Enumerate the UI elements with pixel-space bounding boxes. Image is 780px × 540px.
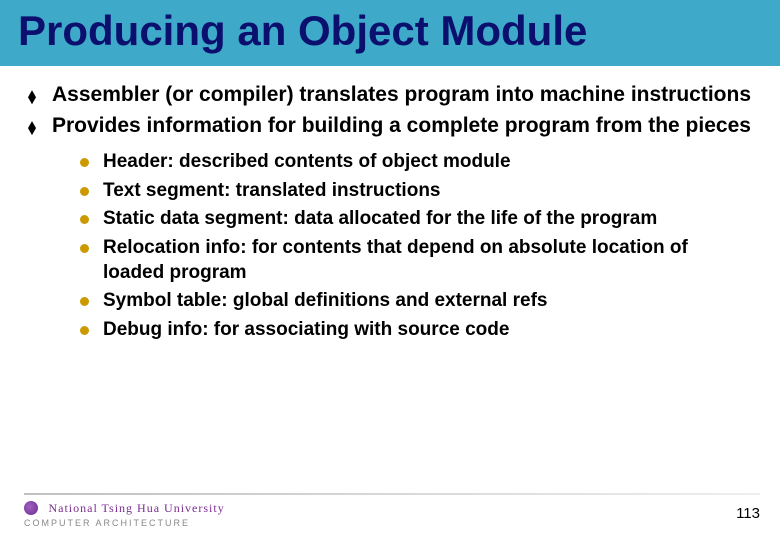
university-name: National Tsing Hua University: [48, 501, 224, 515]
university-logo-icon: [24, 501, 38, 515]
sub-bullet-item: Debug info: for associating with source …: [80, 318, 752, 343]
sub-bullet-item: Header: described contents of object mod…: [80, 150, 752, 175]
dot-bullet-icon: [80, 297, 89, 306]
footer-left: National Tsing Hua University COMPUTER A…: [24, 499, 225, 528]
sub-bullet-text: Symbol table: global definitions and ext…: [103, 289, 547, 314]
dot-bullet-icon: [80, 326, 89, 335]
footer-row: National Tsing Hua University COMPUTER A…: [24, 499, 760, 528]
sub-bullet-item: Symbol table: global definitions and ext…: [80, 289, 752, 314]
sub-bullet-item: Text segment: translated instructions: [80, 179, 752, 204]
sub-bullet-text: Static data segment: data allocated for …: [103, 207, 657, 232]
bullet-item: Assembler (or compiler) translates progr…: [28, 82, 752, 109]
sub-bullet-text: Relocation info: for contents that depen…: [103, 236, 752, 285]
sub-bullet-text: Header: described contents of object mod…: [103, 150, 511, 175]
diamond-bullet-icon: [28, 88, 38, 106]
dot-bullet-icon: [80, 158, 89, 167]
sub-bullet-text: Debug info: for associating with source …: [103, 318, 509, 343]
main-bullet-list: Assembler (or compiler) translates progr…: [28, 82, 752, 140]
dot-bullet-icon: [80, 244, 89, 253]
sub-bullet-item: Relocation info: for contents that depen…: [80, 236, 752, 285]
bullet-item: Provides information for building a comp…: [28, 113, 752, 140]
dot-bullet-icon: [80, 215, 89, 224]
dot-bullet-icon: [80, 187, 89, 196]
bullet-text: Provides information for building a comp…: [52, 113, 751, 140]
page-number: 113: [736, 505, 760, 522]
footer-divider: [24, 493, 760, 495]
slide-footer: National Tsing Hua University COMPUTER A…: [0, 493, 780, 528]
diamond-bullet-icon: [28, 119, 38, 137]
bullet-text: Assembler (or compiler) translates progr…: [52, 82, 751, 109]
slide-title: Producing an Object Module: [18, 8, 762, 54]
slide-content: Assembler (or compiler) translates progr…: [0, 66, 780, 343]
sub-bullet-text: Text segment: translated instructions: [103, 179, 441, 204]
university-line: National Tsing Hua University: [24, 499, 225, 517]
title-bar: Producing an Object Module: [0, 0, 780, 66]
course-name: COMPUTER ARCHITECTURE: [24, 518, 225, 528]
sub-bullet-list: Header: described contents of object mod…: [80, 150, 752, 343]
sub-bullet-item: Static data segment: data allocated for …: [80, 207, 752, 232]
